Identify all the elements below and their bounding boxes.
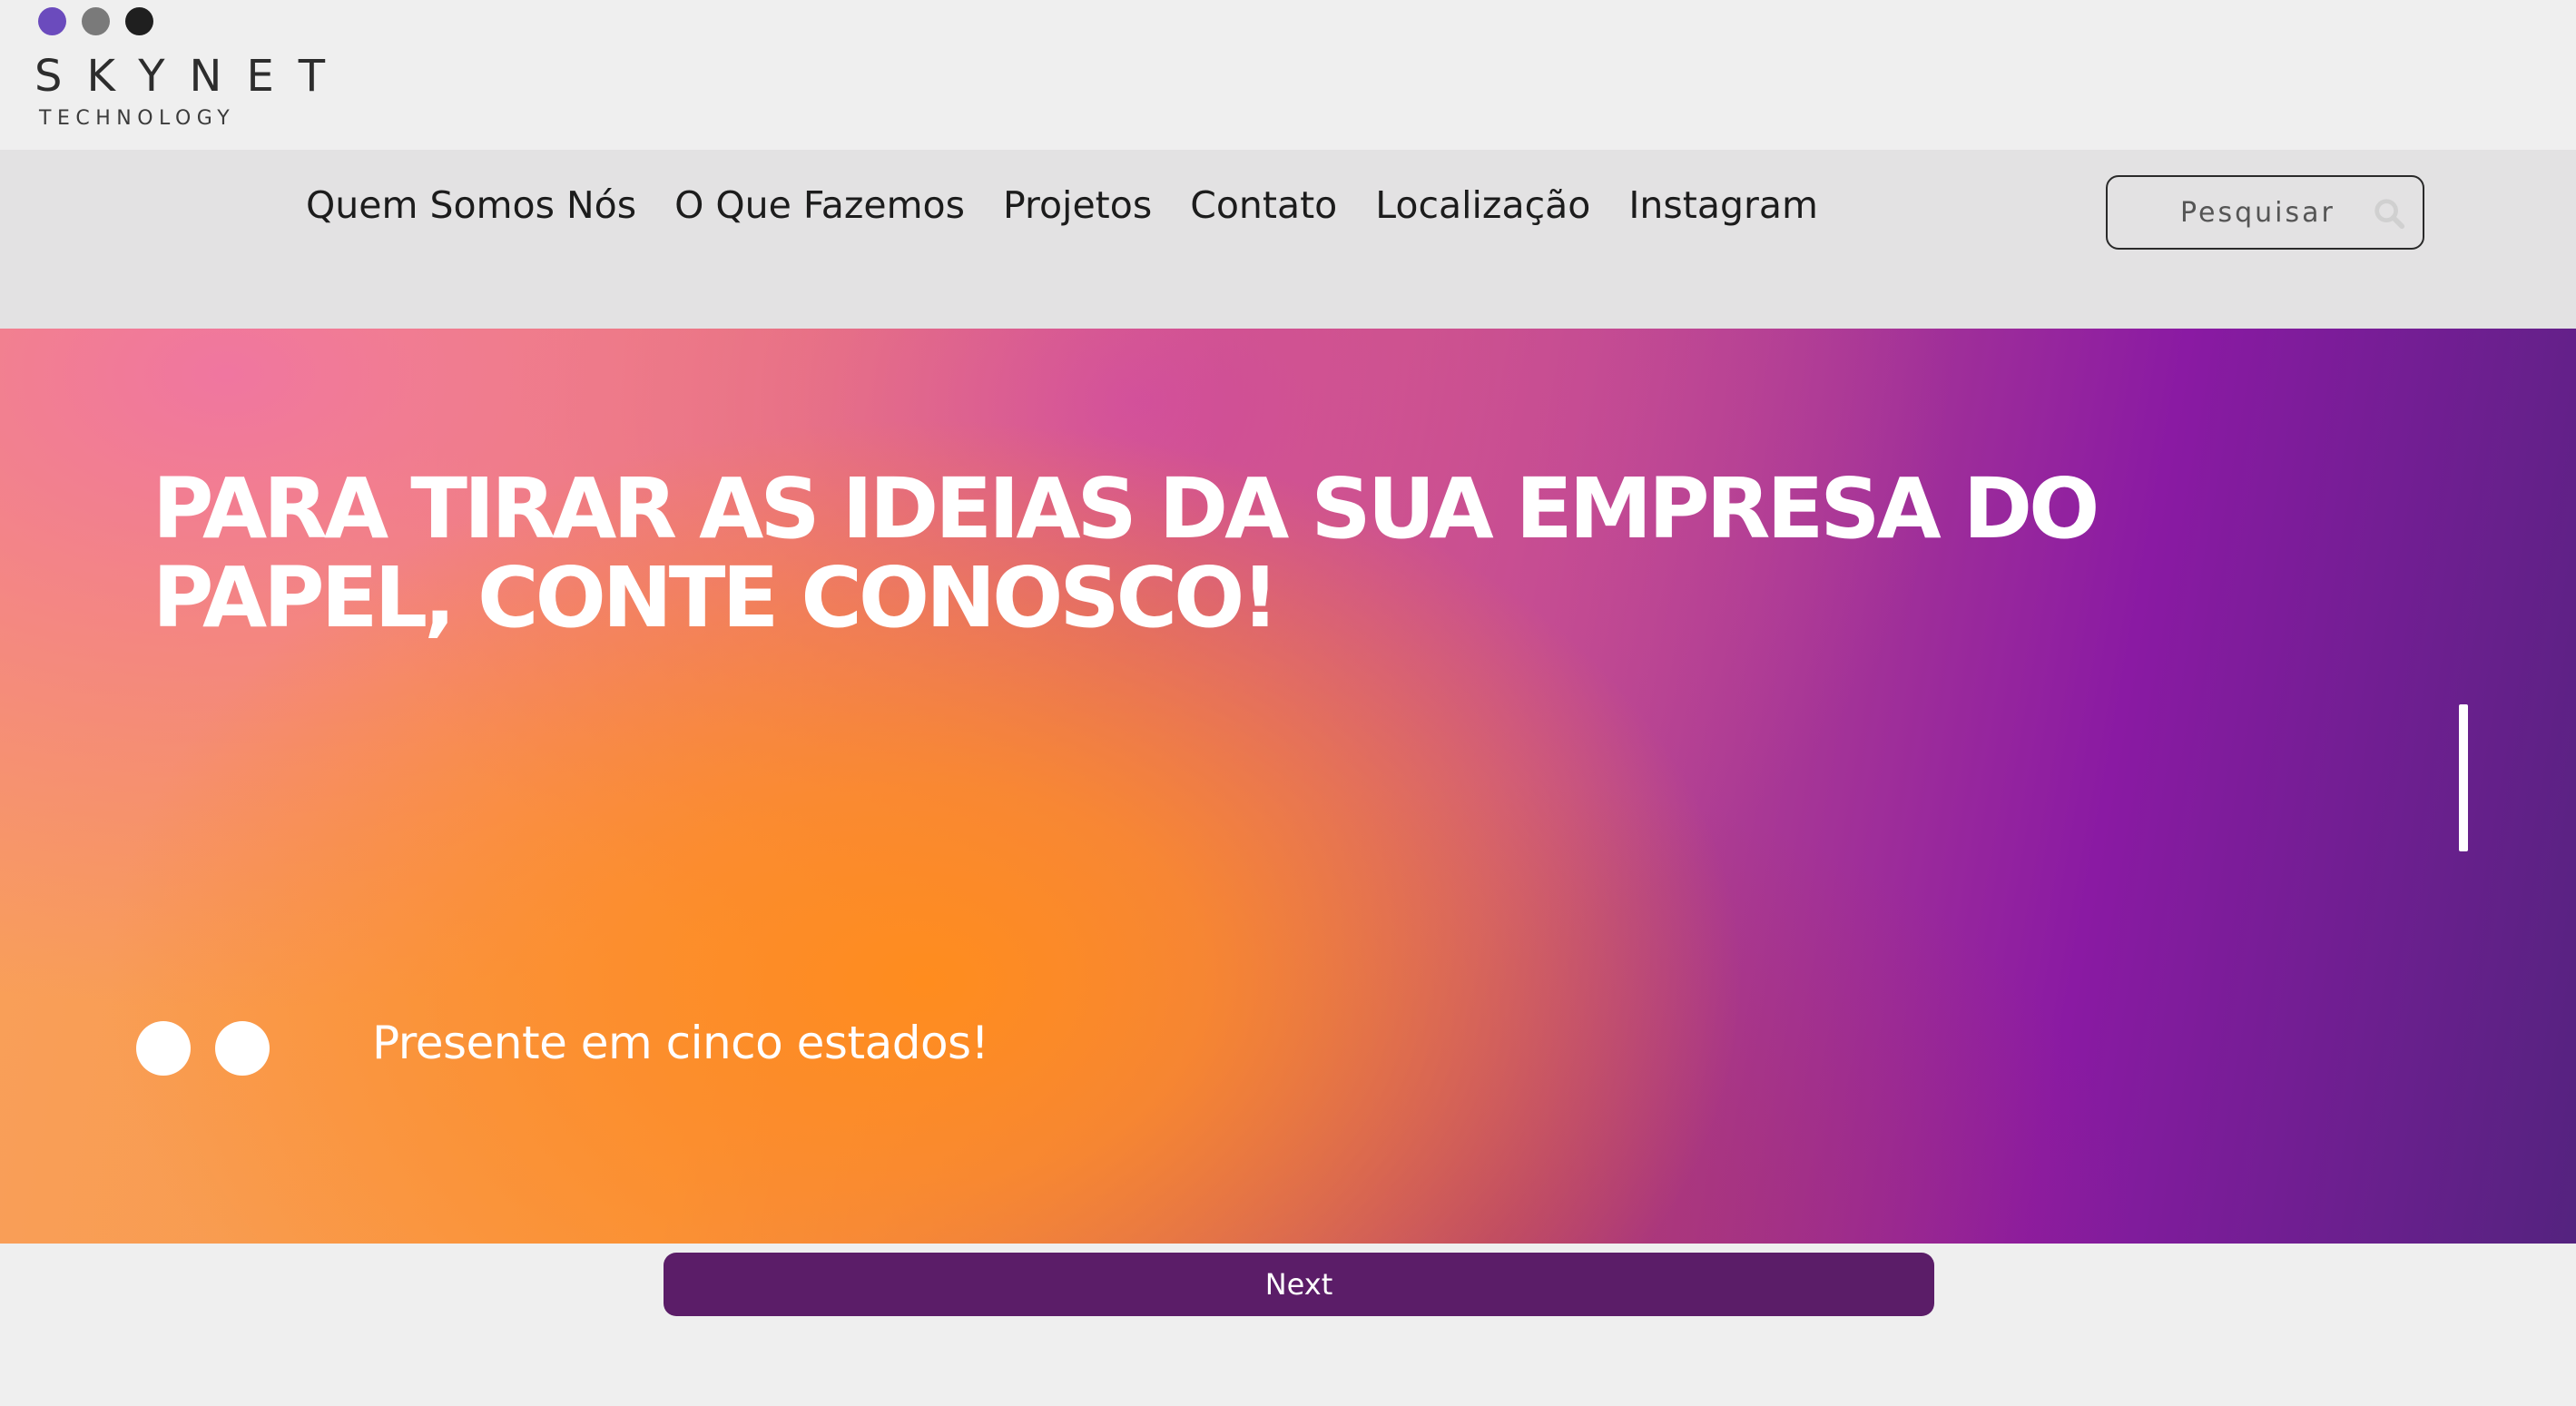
search-box [2106,175,2424,250]
search-icon[interactable] [2372,196,2406,231]
nav-item-localizacao[interactable]: Localização [1375,180,1590,231]
logo-dot-gray [82,7,110,35]
nav-item-contato[interactable]: Contato [1190,180,1337,231]
nav-item-instagram[interactable]: Instagram [1628,180,1818,231]
hero-title: PARA TIRAR AS IDEIAS DA SUA EMPRESA DO P… [152,460,2099,646]
logo-dot-purple [38,7,66,35]
next-button[interactable]: Next [664,1253,1934,1316]
nav-item-projetos[interactable]: Projetos [1003,180,1152,231]
nav-bar: Quem Somos Nós O Que Fazemos Projetos Co… [0,150,2576,329]
brand-tagline: TECHNOLOGY [39,107,236,130]
nav-item-quem-somos-nos[interactable]: Quem Somos Nós [306,180,636,231]
logo-dot-black [125,7,153,35]
carousel-dot-2[interactable] [215,1021,270,1076]
logo-dots [38,7,153,38]
page: SKYNET TECHNOLOGY Quem Somos Nós O Que F… [0,0,2576,1406]
carousel-pagination [136,1021,270,1076]
hero-title-line-1: PARA TIRAR AS IDEIAS DA SUA EMPRESA DO [152,460,2099,557]
hero-subtitle: Presente em cinco estados! [372,1017,989,1069]
main-nav: Quem Somos Nós O Que Fazemos Projetos Co… [306,180,1856,231]
logo-bar: SKYNET TECHNOLOGY [0,0,2576,150]
slide-scroll-indicator[interactable] [2459,704,2468,851]
search-input[interactable] [2180,177,2371,248]
hero-title-line-2: PAPEL, CONTE CONOSCO! [152,549,1279,646]
nav-item-o-que-fazemos[interactable]: O Que Fazemos [674,180,965,231]
hero-carousel: PARA TIRAR AS IDEIAS DA SUA EMPRESA DO P… [0,329,2576,1244]
brand-name: SKYNET [34,51,350,102]
brand-logo[interactable]: SKYNET TECHNOLOGY [34,7,325,134]
carousel-dot-1[interactable] [136,1021,191,1076]
